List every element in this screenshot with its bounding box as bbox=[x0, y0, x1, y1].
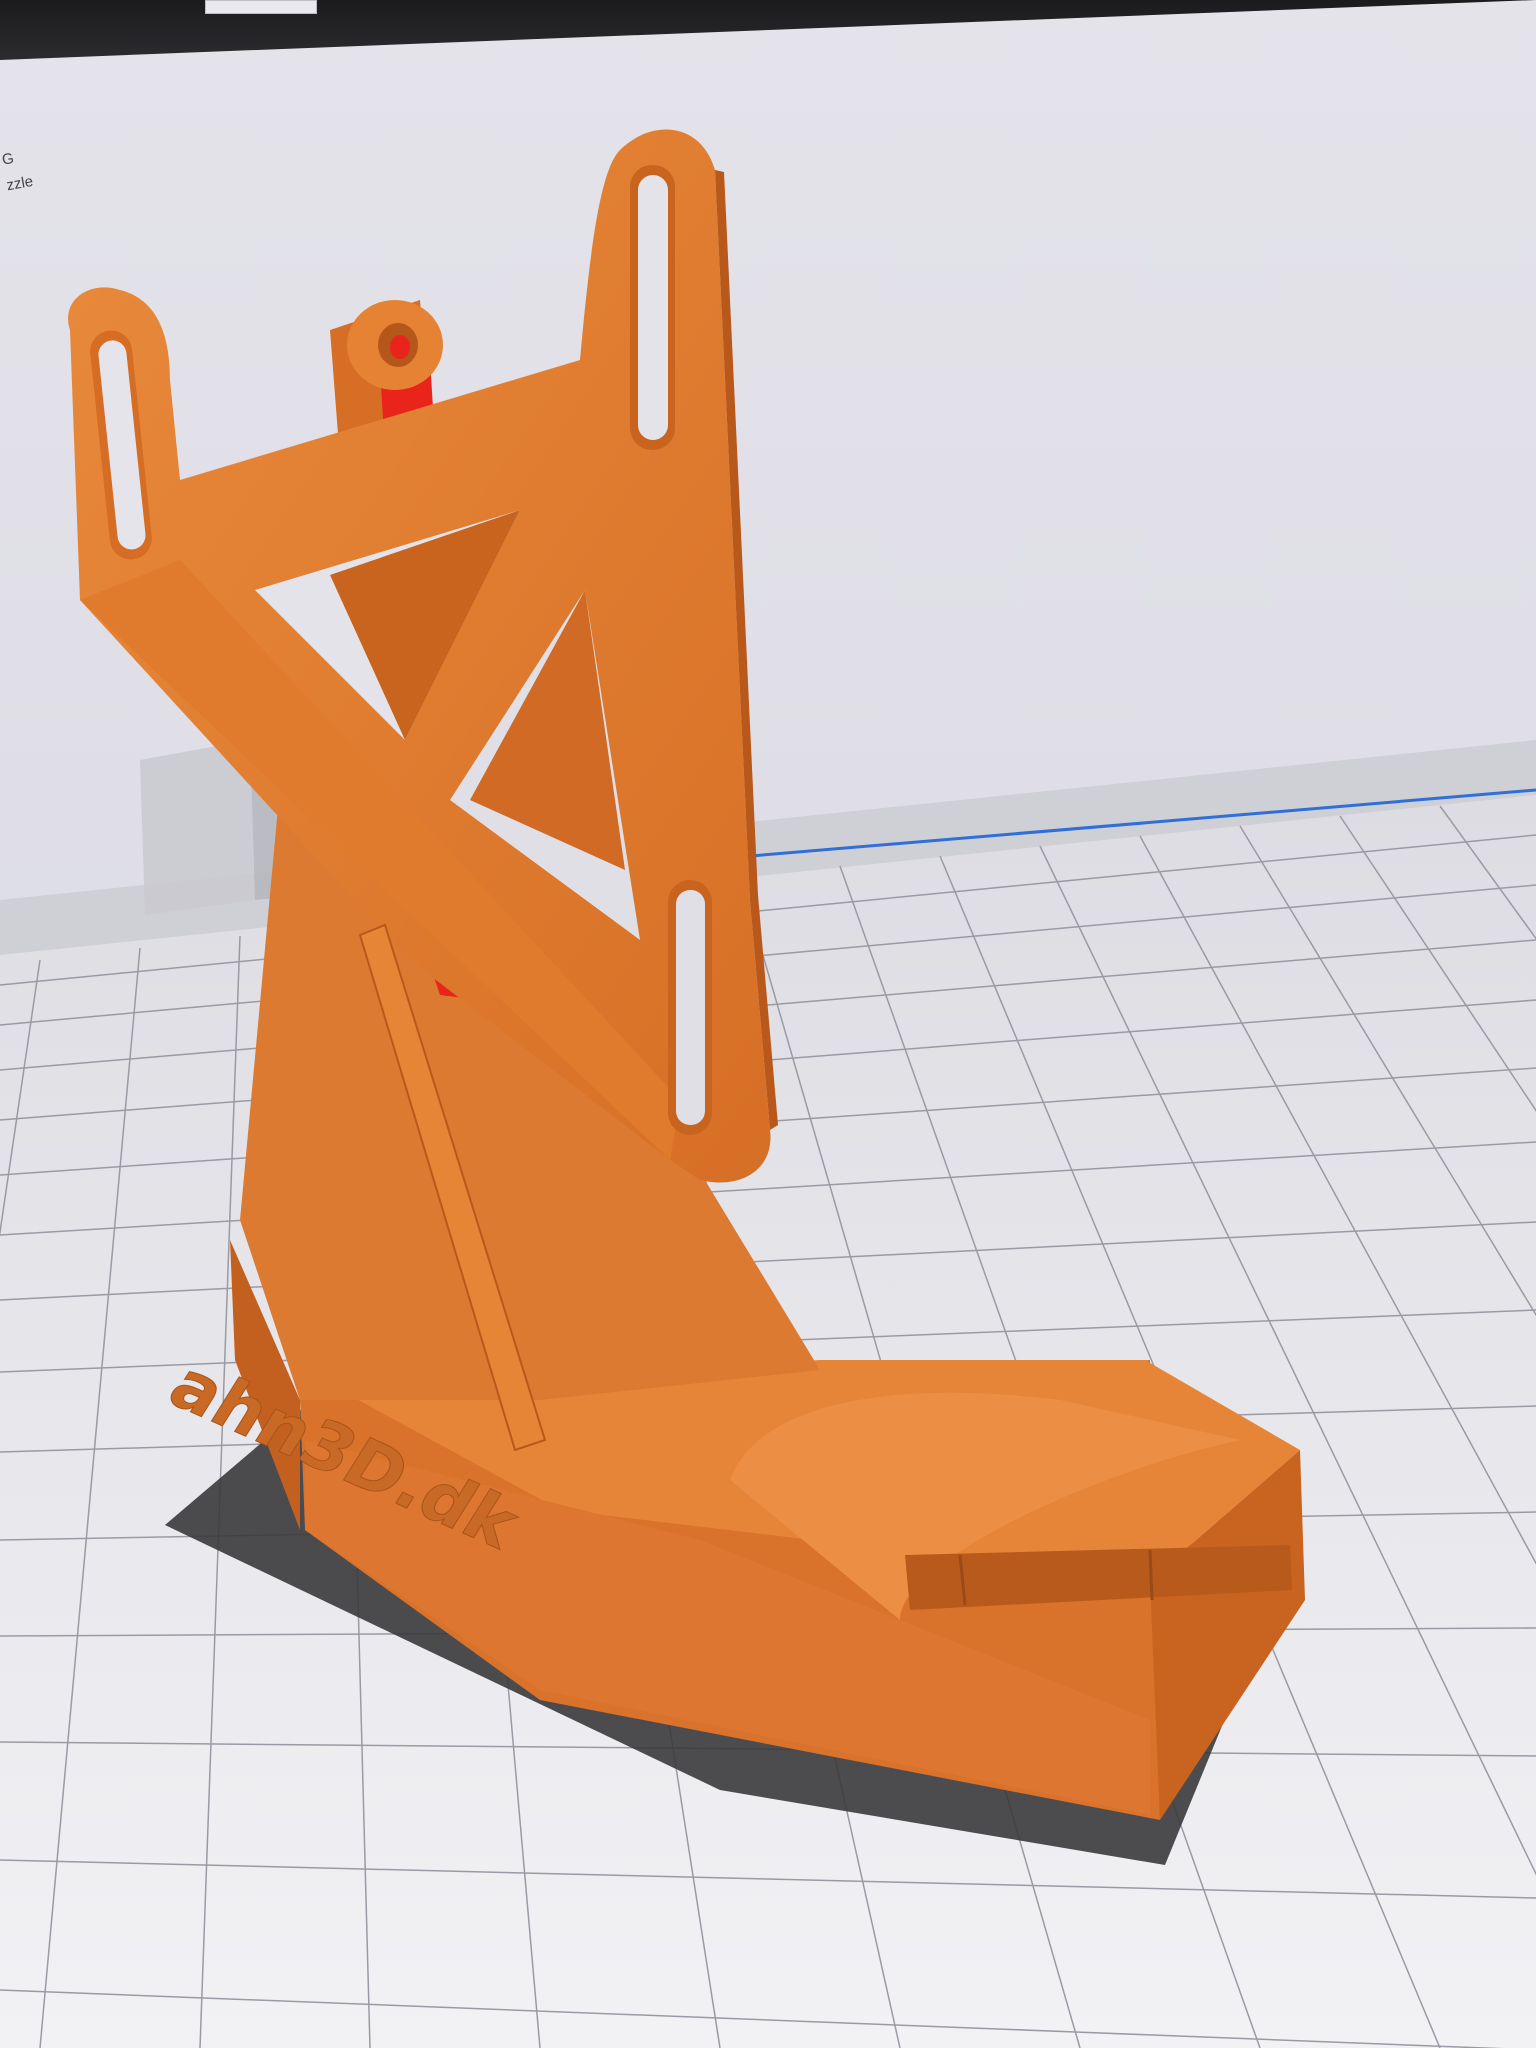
3d-viewport[interactable]: ahn3D.dk bbox=[0, 0, 1536, 2048]
model-slot-right-top-inner bbox=[638, 175, 668, 440]
slicer-window: G zzle ahn3D.dk bbox=[0, 0, 1536, 2048]
viewport-canvas[interactable]: ahn3D.dk bbox=[0, 0, 1536, 2048]
model-slot-right-bottom-inner bbox=[676, 890, 705, 1125]
